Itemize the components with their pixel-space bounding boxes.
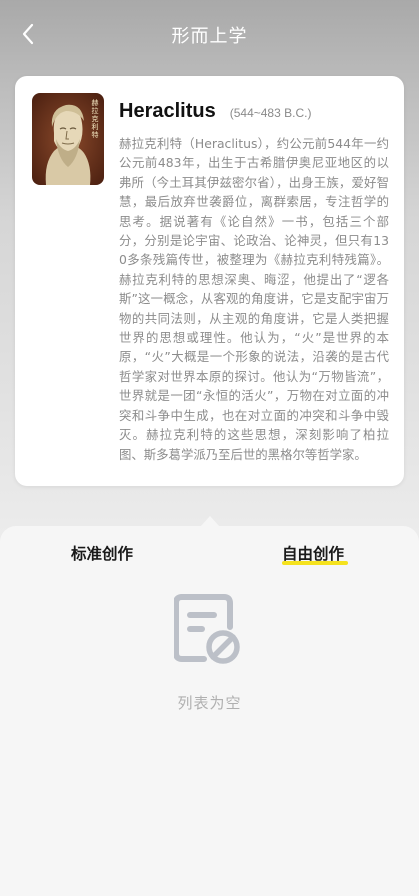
philosopher-card: 赫拉克利特 Heraclitus (544~483 B.C.) 赫拉克利特（He… (15, 76, 404, 486)
empty-state-text: 列表为空 (177, 694, 242, 712)
sheet-pointer (200, 516, 220, 527)
philosopher-header: Heraclitus (544~483 B.C.) (119, 100, 311, 123)
page-title: 形而上学 (171, 26, 248, 47)
philosopher-years: (544~483 B.C.) (229, 106, 312, 120)
portrait-caption: 赫拉克利特 (91, 99, 99, 139)
top-nav-bar: 形而上学 (0, 0, 419, 70)
philosopher-name: Heraclitus (119, 100, 216, 122)
empty-document-icon (173, 593, 242, 665)
philosopher-bio: 赫拉克利特（Heraclitus），约公元前544年一约公元前483年，出生于古… (119, 136, 389, 462)
tab-standard-creation[interactable]: 标准创作 (71, 542, 133, 564)
active-tab-indicator (282, 561, 348, 565)
philosopher-portrait: 赫拉克利特 (32, 93, 104, 185)
